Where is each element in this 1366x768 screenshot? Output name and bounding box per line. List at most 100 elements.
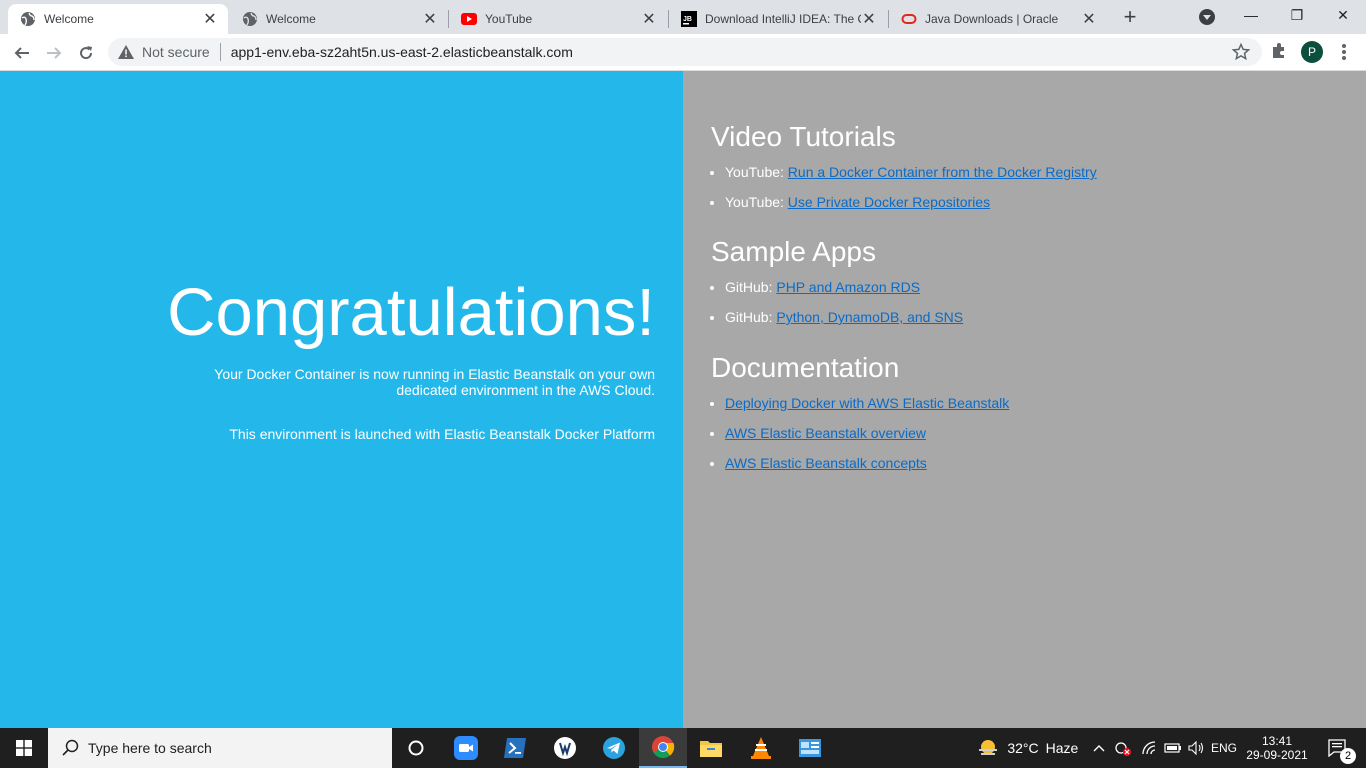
oracle-icon — [901, 11, 917, 27]
tab-search-icon[interactable] — [1199, 9, 1215, 25]
security-label[interactable]: Not secure — [142, 44, 210, 60]
list-item: YouTube: Run a Docker Container from the… — [725, 164, 1097, 180]
private-repositories-link[interactable]: Use Private Docker Repositories — [788, 194, 990, 210]
cortana-icon[interactable] — [396, 728, 436, 768]
section-title: Documentation — [711, 352, 900, 383]
python-dynamodb-link[interactable]: Python, DynamoDB, and SNS — [776, 309, 963, 325]
close-window-button[interactable]: ✕ — [1320, 0, 1366, 32]
file-explorer-icon[interactable] — [691, 728, 731, 768]
zoom-icon[interactable] — [446, 728, 486, 768]
close-tab-icon[interactable]: ✕ — [422, 11, 438, 28]
tab-welcome-active[interactable]: Welcome ✕ — [8, 4, 228, 34]
link-prefix: YouTube: — [725, 164, 788, 180]
link-prefix: GitHub: — [725, 279, 777, 295]
weather-description[interactable]: Haze — [1044, 728, 1080, 768]
taskbar-search-box[interactable]: Type here to search — [48, 728, 392, 768]
powershell-icon[interactable] — [495, 728, 535, 768]
link-prefix: GitHub: — [725, 309, 777, 325]
tab-intellij[interactable]: JB Download IntelliJ IDEA: The C ✕ — [669, 4, 887, 34]
vlc-icon[interactable] — [741, 728, 781, 768]
profile-avatar[interactable]: P — [1301, 41, 1323, 63]
youtube-icon — [461, 11, 477, 27]
clock-time: 13:41 — [1261, 734, 1293, 748]
bookmark-star-icon[interactable] — [1231, 42, 1251, 61]
beanstalk-concepts-link[interactable]: AWS Elastic Beanstalk concepts — [725, 455, 927, 471]
php-rds-link[interactable]: PHP and Amazon RDS — [776, 279, 920, 295]
list-item: Deploying Docker with AWS Elastic Beanst… — [725, 395, 1009, 411]
deploying-docker-link[interactable]: Deploying Docker with AWS Elastic Beanst… — [725, 395, 1009, 411]
section-title: Video Tutorials — [711, 121, 896, 152]
tab-welcome[interactable]: Welcome ✕ — [230, 4, 448, 34]
divider — [219, 43, 221, 61]
back-button[interactable] — [8, 39, 36, 67]
back-arrow-icon — [14, 47, 29, 59]
search-icon — [62, 739, 79, 756]
battery-charging-icon[interactable] — [1162, 728, 1184, 768]
wifi-icon[interactable] — [1138, 728, 1160, 768]
menu-kebab-icon[interactable] — [1342, 44, 1346, 60]
minimize-button[interactable]: — — [1228, 0, 1274, 32]
beanstalk-overview-link[interactable]: AWS Elastic Beanstalk overview — [725, 425, 926, 441]
sample-apps-section: Sample Apps GitHub: PHP and Amazon RDS G… — [711, 236, 963, 339]
forward-button[interactable] — [40, 39, 68, 67]
telegram-icon[interactable] — [594, 728, 634, 768]
list-item: AWS Elastic Beanstalk overview — [725, 425, 1009, 441]
search-placeholder: Type here to search — [88, 740, 212, 756]
start-button[interactable] — [0, 728, 48, 768]
language-indicator[interactable]: ENG — [1208, 728, 1240, 768]
links-panel: Video Tutorials YouTube: Run a Docker Co… — [683, 71, 1366, 728]
weather-haze-icon[interactable] — [974, 728, 1002, 768]
page-content: Congratulations! Your Docker Container i… — [0, 71, 1366, 728]
notification-count-badge: 2 — [1340, 748, 1356, 764]
tab-title: YouTube — [485, 12, 533, 26]
control-panel-icon[interactable] — [790, 728, 830, 768]
show-hidden-icons-chevron-icon[interactable] — [1090, 728, 1108, 768]
docker-registry-link[interactable]: Run a Docker Container from the Docker R… — [788, 164, 1097, 180]
list-item: GitHub: Python, DynamoDB, and SNS — [725, 309, 963, 325]
restore-button[interactable]: ❐ — [1274, 0, 1320, 32]
list-item: GitHub: PHP and Amazon RDS — [725, 279, 963, 295]
tab-youtube[interactable]: YouTube ✕ — [449, 4, 667, 34]
close-tab-icon[interactable]: ✕ — [202, 11, 218, 28]
running-message: Your Docker Container is now running in … — [214, 366, 655, 398]
list-item: AWS Elastic Beanstalk concepts — [725, 455, 1009, 471]
platform-message: This environment is launched with Elasti… — [229, 426, 655, 442]
close-tab-icon[interactable]: ✕ — [641, 11, 657, 28]
browser-toolbar: Not secure app1-env.eba-sz2aht5n.us-east… — [0, 34, 1366, 71]
chrome-icon[interactable] — [639, 728, 687, 768]
globe-icon — [20, 11, 36, 27]
tab-oracle[interactable]: Java Downloads | Oracle ✕ — [889, 4, 1107, 34]
action-center-button[interactable]: 2 — [1318, 728, 1358, 768]
volume-icon[interactable] — [1186, 728, 1208, 768]
globe-icon — [242, 11, 258, 27]
list-item: YouTube: Use Private Docker Repositories — [725, 194, 1097, 210]
welcome-panel: Congratulations! Your Docker Container i… — [0, 71, 683, 728]
documentation-section: Documentation Deploying Docker with AWS … — [711, 352, 1009, 485]
browser-tab-bar: Welcome ✕ Welcome ✕ YouTube ✕ JB Downloa… — [0, 0, 1366, 34]
forward-arrow-icon — [47, 47, 62, 59]
clock-date: 29-09-2021 — [1246, 748, 1308, 762]
weather-temperature[interactable]: 32°C — [1006, 728, 1040, 768]
jetbrains-icon: JB — [681, 11, 697, 27]
clock[interactable]: 13:41 29-09-2021 — [1240, 728, 1314, 768]
windows-logo-icon — [16, 740, 32, 756]
reload-icon — [80, 46, 93, 60]
tab-title: Welcome — [44, 12, 94, 26]
tab-title: Java Downloads | Oracle — [925, 12, 1059, 26]
windows-taskbar: Type here to search 32°C Haze ENG 13:41 … — [0, 728, 1366, 768]
tab-title: Download IntelliJ IDEA: The C — [705, 12, 861, 26]
reload-button[interactable] — [72, 39, 100, 67]
close-tab-icon[interactable]: ✕ — [861, 11, 877, 28]
link-prefix: YouTube: — [725, 194, 788, 210]
warning-icon[interactable] — [118, 44, 134, 60]
extensions-puzzle-icon[interactable] — [1270, 42, 1290, 62]
url-text[interactable]: app1-env.eba-sz2aht5n.us-east-2.elasticb… — [231, 44, 573, 60]
section-title: Sample Apps — [711, 236, 876, 267]
new-tab-button[interactable]: + — [1118, 6, 1142, 30]
address-bar[interactable]: Not secure app1-env.eba-sz2aht5n.us-east… — [108, 38, 1262, 66]
close-tab-icon[interactable]: ✕ — [1081, 11, 1097, 28]
network-disconnected-icon[interactable] — [1112, 728, 1134, 768]
app-icon[interactable] — [545, 728, 585, 768]
svg-text:JB: JB — [683, 16, 692, 23]
video-tutorials-section: Video Tutorials YouTube: Run a Docker Co… — [711, 121, 1097, 224]
